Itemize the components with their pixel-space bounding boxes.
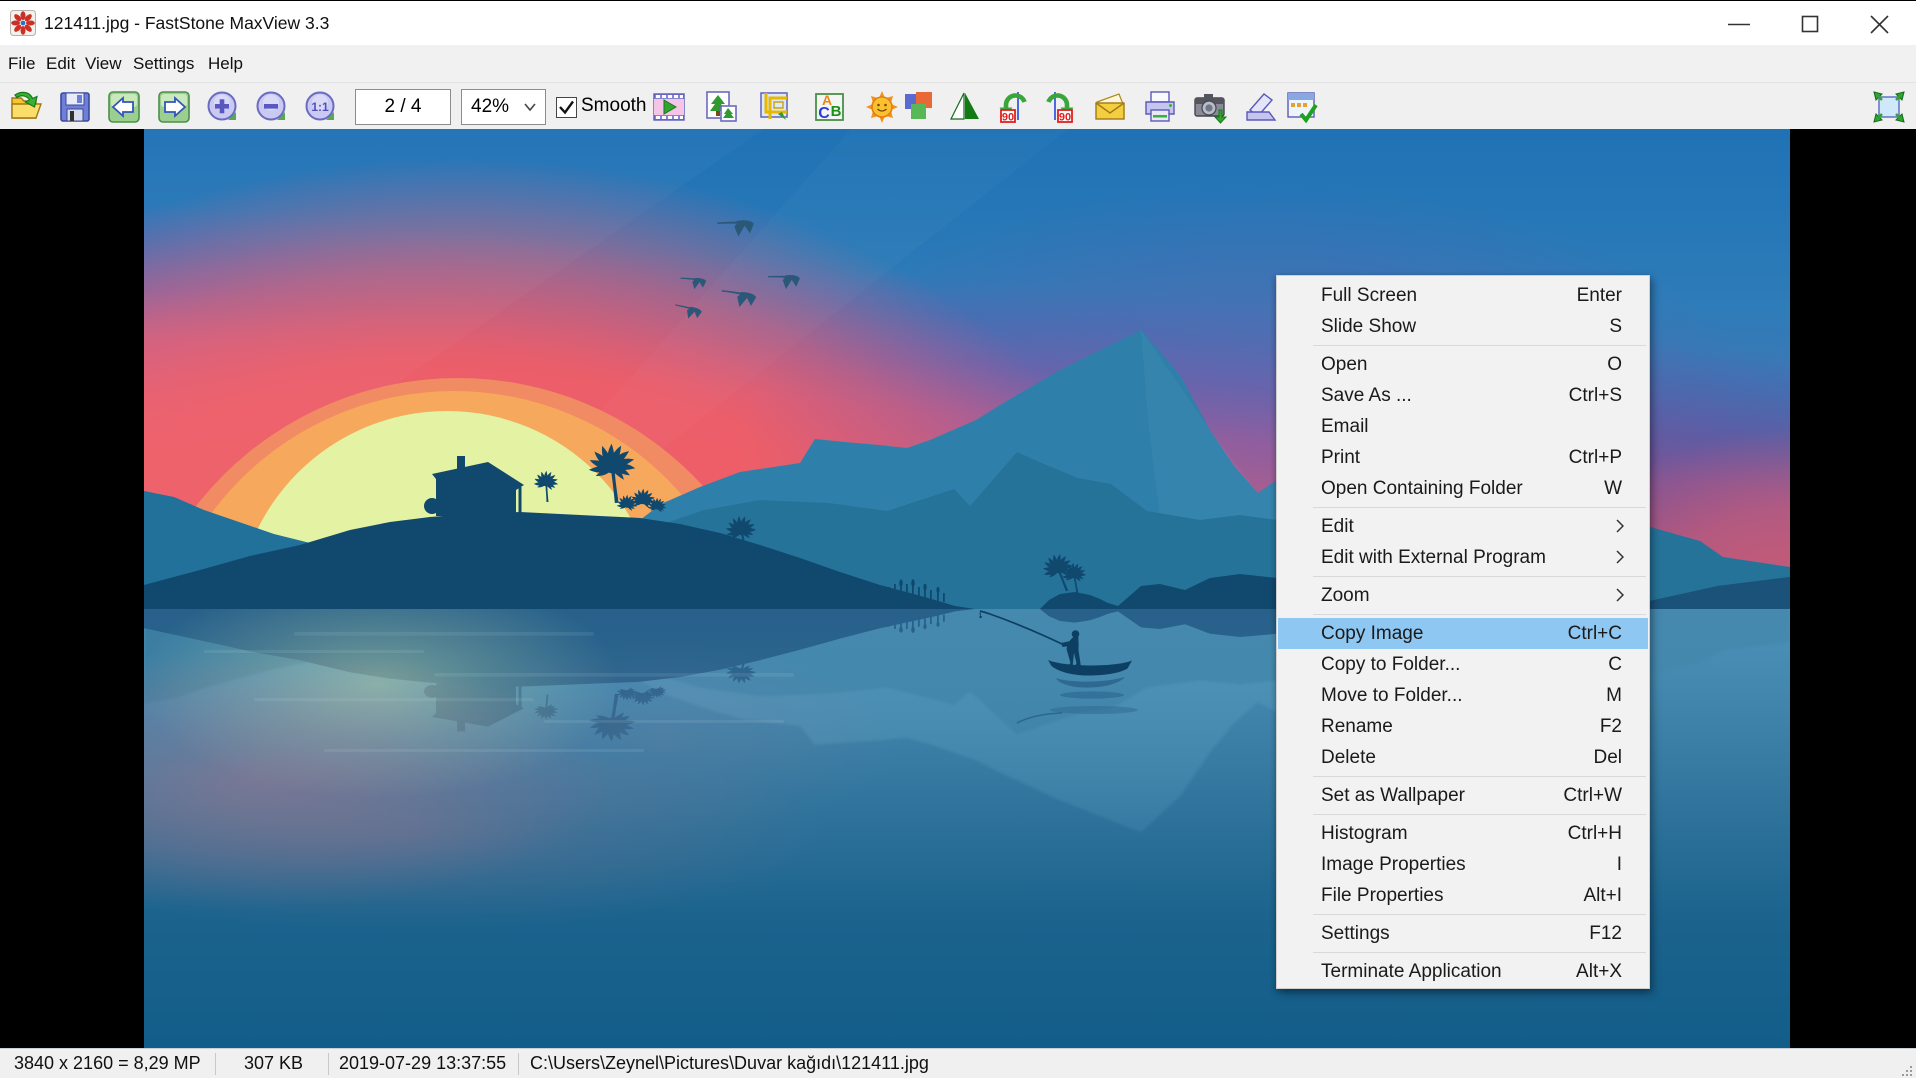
svg-text:90: 90 xyxy=(1002,112,1014,124)
svg-text:90: 90 xyxy=(1059,112,1071,124)
svg-text:1:1: 1:1 xyxy=(311,100,329,114)
svg-text:C: C xyxy=(818,105,830,122)
svg-text:B: B xyxy=(831,103,842,120)
